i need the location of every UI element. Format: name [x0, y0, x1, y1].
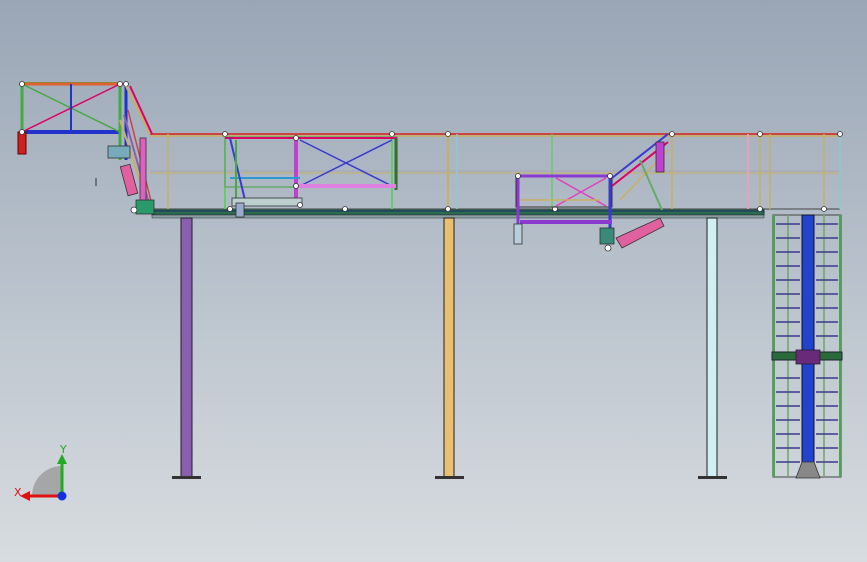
frame-b: [513, 133, 669, 252]
support-columns: [172, 217, 727, 479]
frame-a: [224, 135, 398, 218]
triad-quadrant-icon: [32, 466, 62, 496]
left-gangway: [17, 81, 155, 215]
y-axis-label: Y: [59, 443, 67, 456]
platform-model[interactable]: [0, 0, 867, 562]
x-axis-label: X: [14, 486, 22, 499]
stair-tower: [771, 214, 843, 479]
model-viewport[interactable]: Y X: [0, 0, 867, 562]
coordinate-triad: Y X: [14, 443, 67, 501]
z-axis-dot: [57, 491, 67, 501]
